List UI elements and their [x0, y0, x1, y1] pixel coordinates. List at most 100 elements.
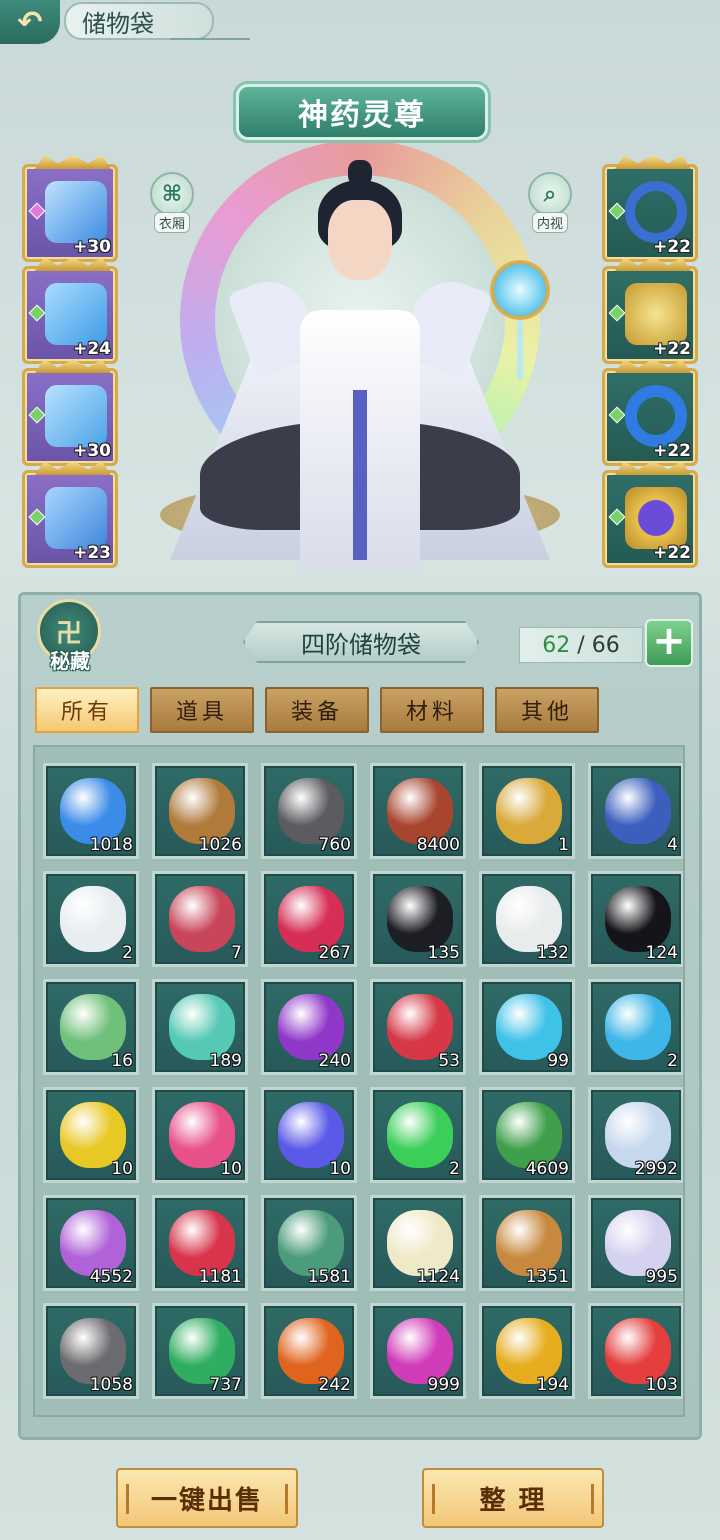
equip-slot-ring[interactable]: +22 — [602, 155, 698, 262]
item-slot[interactable]: 1018 — [43, 763, 139, 859]
item-slot[interactable]: 1181 — [152, 1195, 248, 1291]
item-slot[interactable]: 8400 — [370, 763, 466, 859]
item-slot[interactable]: 240 — [261, 979, 357, 1075]
item-slot[interactable]: 189 — [152, 979, 248, 1075]
slot-crown — [615, 359, 691, 373]
item-count: 124 — [645, 943, 678, 963]
item-slot[interactable]: 267 — [261, 871, 357, 967]
item-slot[interactable]: 103 — [588, 1303, 683, 1399]
item-slot[interactable]: 135 — [370, 871, 466, 967]
item-count: 267 — [318, 943, 351, 963]
equip-slot-sword[interactable]: +30 — [22, 155, 118, 262]
equip-slot-boots[interactable]: +23 — [22, 461, 118, 568]
hero-title-banner: 神药灵尊 — [236, 84, 488, 140]
inspect-button[interactable]: ⌕ 内视 — [522, 172, 578, 236]
item-icon — [605, 778, 671, 844]
equip-slot-bracelet[interactable]: +22 — [602, 359, 698, 466]
item-count: 4552 — [89, 1267, 133, 1287]
item-count: 1058 — [89, 1375, 133, 1395]
slot-gem-icon — [28, 406, 46, 424]
equip-slot-armor[interactable]: +24 — [22, 257, 118, 364]
tab-materials[interactable]: 材料 — [380, 687, 484, 733]
hero-topknot — [348, 160, 372, 186]
equip-slot-pendant[interactable]: +22 — [602, 257, 698, 364]
item-slot[interactable]: 4 — [588, 763, 683, 859]
slot-crown — [35, 359, 111, 373]
equip-level: +22 — [653, 543, 691, 563]
item-count: 10 — [329, 1159, 351, 1179]
wardrobe-icon: ⌘ — [150, 172, 194, 216]
item-count: 1351 — [525, 1267, 569, 1287]
sell-all-button[interactable]: 一键出售 — [116, 1468, 298, 1528]
tab-all[interactable]: 所有 — [35, 687, 139, 733]
item-slot[interactable]: 4552 — [43, 1195, 139, 1291]
armor-icon — [45, 283, 107, 345]
item-slot[interactable]: 242 — [261, 1303, 357, 1399]
item-slot[interactable]: 16 — [43, 979, 139, 1075]
top-bar: ↶ 储物袋 — [0, 0, 720, 46]
bracelet-icon — [625, 385, 687, 447]
wardrobe-button[interactable]: ⌘ 衣厢 — [144, 172, 200, 236]
item-slot[interactable]: 1581 — [261, 1195, 357, 1291]
equip-slot-robe[interactable]: +30 — [22, 359, 118, 466]
slot-gem-icon — [28, 202, 46, 220]
item-count: 4 — [667, 835, 678, 855]
item-slot[interactable]: 132 — [479, 871, 575, 967]
item-slot[interactable]: 2992 — [588, 1087, 683, 1183]
item-slot[interactable]: 10 — [43, 1087, 139, 1183]
inspect-label: 内视 — [531, 212, 568, 233]
wardrobe-label: 衣厢 — [153, 212, 190, 233]
back-arrow-icon[interactable]: ↶ — [0, 0, 60, 44]
item-slot[interactable]: 4609 — [479, 1087, 575, 1183]
expand-bag-button[interactable]: + — [645, 619, 693, 667]
secret-treasure-label: 秘藏 — [50, 649, 90, 673]
item-count: 995 — [645, 1267, 678, 1287]
page-title-plate: 储物袋 — [64, 2, 214, 40]
slot-crown — [615, 155, 691, 169]
equip-level: +22 — [653, 441, 691, 461]
item-slot[interactable]: 10 — [261, 1087, 357, 1183]
item-icon — [496, 778, 562, 844]
tab-props[interactable]: 道具 — [150, 687, 254, 733]
tab-equipment[interactable]: 装备 — [265, 687, 369, 733]
magnifier-icon: ⌕ — [528, 172, 572, 216]
item-count: 103 — [645, 1375, 678, 1395]
bag-title: 四阶储物袋 — [243, 621, 479, 663]
item-slot[interactable]: 2 — [370, 1087, 466, 1183]
floating-staff-icon — [480, 250, 560, 390]
item-count: 760 — [318, 835, 351, 855]
item-grid-container[interactable]: 1018 1026 760 8400 1 4 2 7 267 135 132 124 16 189 240 5… — [33, 745, 685, 1417]
item-slot[interactable]: 737 — [152, 1303, 248, 1399]
boots-icon — [45, 487, 107, 549]
slot-gem-icon — [608, 304, 626, 322]
equip-level: +22 — [653, 237, 691, 257]
item-slot[interactable]: 1124 — [370, 1195, 466, 1291]
title-divider — [170, 38, 250, 40]
plus-icon: + — [652, 618, 686, 664]
item-slot[interactable]: 124 — [588, 871, 683, 967]
robe-icon — [45, 385, 107, 447]
item-slot[interactable]: 995 — [588, 1195, 683, 1291]
secret-treasure-button[interactable]: 卍 秘藏 — [37, 599, 107, 685]
item-slot[interactable]: 53 — [370, 979, 466, 1075]
item-slot[interactable]: 1026 — [152, 763, 248, 859]
item-slot[interactable]: 99 — [479, 979, 575, 1075]
item-count: 7 — [231, 943, 242, 963]
item-count: 132 — [536, 943, 569, 963]
item-grid: 1018 1026 760 8400 1 4 2 7 267 135 132 124 16 189 240 5… — [43, 763, 683, 1399]
item-slot[interactable]: 7 — [152, 871, 248, 967]
item-slot[interactable]: 1351 — [479, 1195, 575, 1291]
equip-slot-talisman[interactable]: +22 — [602, 461, 698, 568]
hero-sash — [353, 390, 367, 560]
item-slot[interactable]: 194 — [479, 1303, 575, 1399]
item-slot[interactable]: 999 — [370, 1303, 466, 1399]
item-slot[interactable]: 1 — [479, 763, 575, 859]
item-slot[interactable]: 1058 — [43, 1303, 139, 1399]
sort-button[interactable]: 整 理 — [422, 1468, 604, 1528]
item-slot[interactable]: 2 — [588, 979, 683, 1075]
tab-other[interactable]: 其他 — [495, 687, 599, 733]
item-slot[interactable]: 2 — [43, 871, 139, 967]
item-slot[interactable]: 10 — [152, 1087, 248, 1183]
item-slot[interactable]: 760 — [261, 763, 357, 859]
item-count: 999 — [427, 1375, 460, 1395]
